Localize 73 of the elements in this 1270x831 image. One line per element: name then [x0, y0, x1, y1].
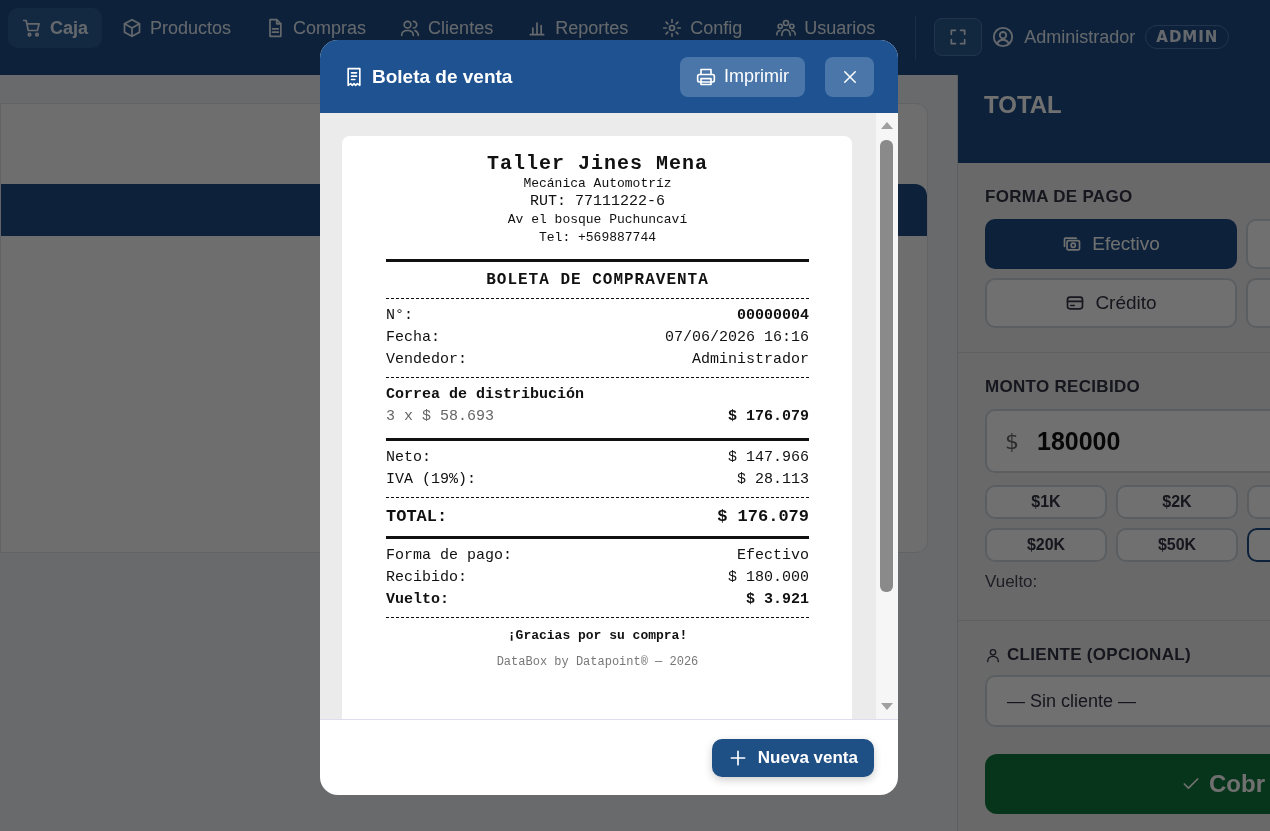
business-address: Av el bosque Puchuncaví: [506, 211, 689, 229]
payment-method-button[interactable]: Crédito: [985, 278, 1237, 328]
nav-tab[interactable]: Reportes: [513, 8, 643, 48]
receipt-label: IVA (19%):: [386, 470, 476, 490]
quick-amount-button[interactable]: $1K: [985, 485, 1107, 519]
currency-symbol: $: [1005, 428, 1019, 454]
receipt-value: $ 28.113: [737, 470, 809, 490]
users-icon: [400, 18, 421, 38]
amount-value: 180000: [1037, 426, 1121, 456]
quick-amount-button[interactable]: $50K: [1116, 528, 1238, 562]
fullscreen-button[interactable]: [934, 18, 983, 56]
user-name: Administrador: [1024, 26, 1136, 48]
receipt-icon: [344, 66, 364, 87]
receipt-value: Administrador: [691, 350, 809, 370]
receipt-value: 00000004: [737, 306, 809, 326]
payment-method-button[interactable]: Efectivo: [985, 219, 1237, 269]
receipt-label: Recibido:: [386, 568, 467, 588]
scrollbar-thumb[interactable]: [880, 140, 893, 592]
nav-tab[interactable]: Usuarios: [762, 8, 890, 48]
client-select[interactable]: — Sin cliente —: [985, 675, 1270, 727]
group-icon: [776, 18, 797, 38]
receipt-footer: DataBox by Datapoint® — 2026: [386, 655, 809, 669]
receipt-value: $ 180.000: [728, 568, 809, 588]
change-label: Vuelto:: [985, 571, 1039, 593]
cube-icon: [122, 18, 143, 38]
section-label: MONTO RECIBIDO: [985, 377, 1141, 397]
receipt-label: Fecha:: [386, 328, 440, 348]
tax-id: RUT: 77111222-6: [529, 193, 666, 211]
amount-field[interactable]: $ 180000: [985, 409, 1270, 473]
fullscreen-icon: [948, 27, 969, 47]
nav-tab[interactable]: Compras: [251, 8, 381, 48]
receipt-value: 07/06/2026 16:16: [664, 328, 809, 348]
nav-tab[interactable]: Config: [648, 8, 757, 48]
business-subtitle: Mecánica Automotríz: [522, 175, 673, 193]
business-name: Taller Jines Mena: [485, 152, 709, 175]
quick-amount-button[interactable]: $2K: [1116, 485, 1238, 519]
item-quantity-price: 3 x $ 58.693: [386, 407, 495, 427]
cash-icon: [1062, 234, 1083, 254]
total-label: TOTAL:: [386, 506, 448, 528]
receipt-value: Efectivo: [737, 546, 809, 566]
section-label: FORMA DE PAGO: [985, 187, 1134, 207]
close-button[interactable]: [825, 56, 874, 97]
item-amount: $ 176.079: [728, 407, 809, 427]
receipt-label: Forma de pago:: [386, 546, 513, 566]
receipt-value: $ 3.921: [746, 590, 809, 610]
nav-tab[interactable]: Productos: [108, 8, 246, 48]
receipt-value: $ 147.966: [728, 448, 809, 468]
nav-tab[interactable]: Caja: [8, 8, 103, 48]
receipt-label: Neto:: [386, 448, 431, 468]
nav-tab[interactable]: Clientes: [386, 8, 508, 48]
item-name: Correa de distribución: [386, 385, 586, 405]
print-button[interactable]: Imprimir: [680, 56, 805, 97]
quick-amount-button[interactable]: $20K: [985, 528, 1107, 562]
user-avatar-icon: [992, 26, 1015, 48]
section-label: CLIENTE (OPCIONAL): [1007, 645, 1191, 665]
settings-icon: [662, 18, 683, 38]
charge-button[interactable]: Cobr: [985, 754, 1270, 814]
business-phone: Tel: +569887744: [538, 229, 657, 247]
receipt-label: N°:: [386, 306, 413, 326]
user-icon: [985, 647, 1001, 663]
new-sale-button[interactable]: Nueva venta: [711, 738, 874, 777]
scroll-down-arrow[interactable]: [881, 703, 893, 710]
receipt-label: Vuelto:: [386, 590, 449, 610]
cart-icon: [22, 18, 42, 38]
scroll-up-arrow[interactable]: [881, 122, 893, 129]
receipt-label: Vendedor:: [386, 350, 467, 370]
total-label: TOTAL: [984, 91, 1062, 119]
dialog-title: Boleta de venta: [372, 65, 514, 88]
credit-card-icon: [1065, 293, 1086, 313]
total-value: $ 176.079: [717, 506, 809, 528]
receipt-title: BOLETA DE COMPRAVENTA: [485, 270, 710, 291]
thank-you-message: ¡Gracias por su compra!: [506, 628, 689, 643]
printer-icon: [696, 66, 716, 87]
